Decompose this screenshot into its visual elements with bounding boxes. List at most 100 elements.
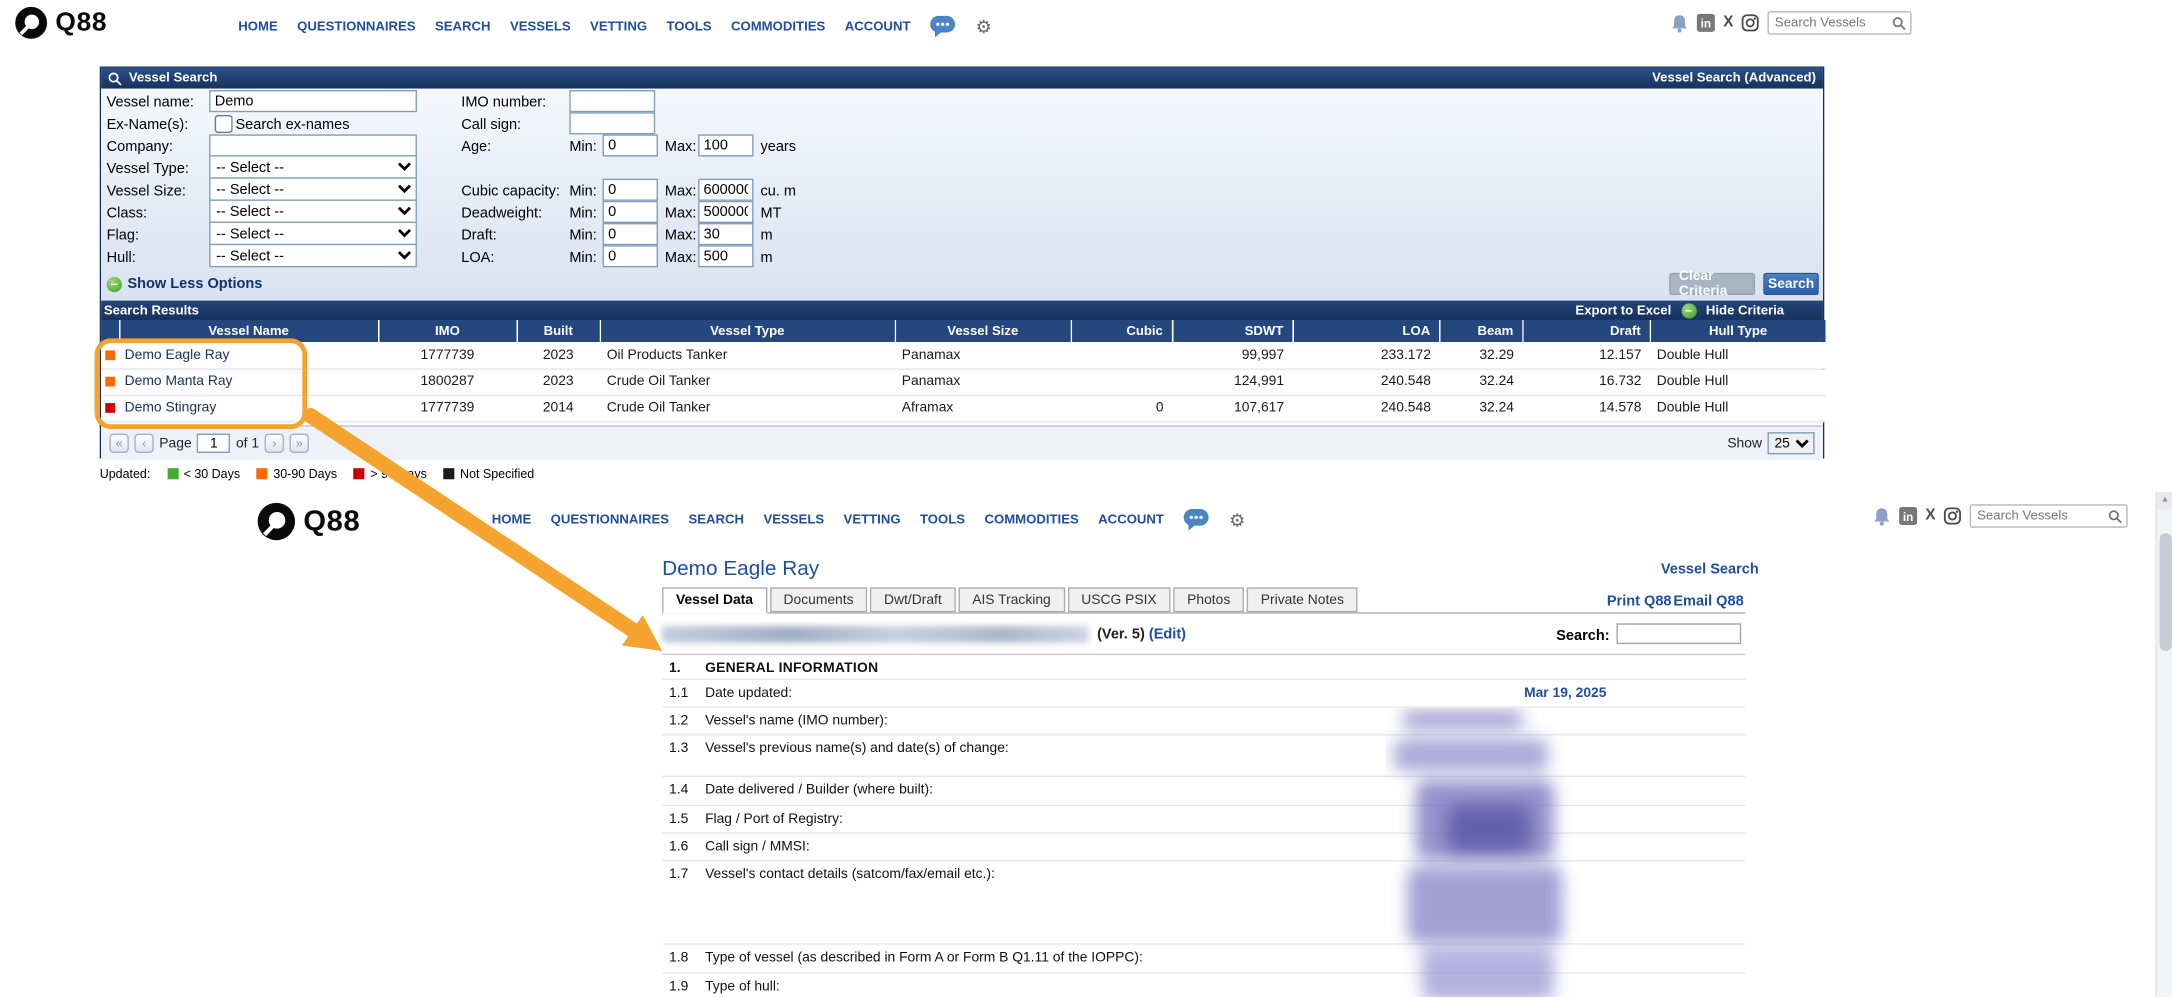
tab-vessel-data[interactable]: Vessel Data	[662, 587, 767, 613]
gear-icon[interactable]: ⚙	[976, 17, 992, 35]
page-size-select[interactable]: 25	[1768, 432, 1815, 454]
nav-vetting[interactable]: VETTING	[844, 512, 901, 527]
page-number-input[interactable]	[197, 434, 230, 453]
col-sdwt[interactable]: SDWT	[1172, 320, 1293, 342]
flag-select[interactable]: -- Select --	[209, 222, 417, 246]
nav-account[interactable]: ACCOUNT	[1098, 512, 1164, 527]
vessel-search-link[interactable]: Vessel Search	[1661, 561, 1759, 578]
q88-logo[interactable]: Q88	[256, 501, 360, 541]
col-loa[interactable]: LOA	[1292, 320, 1439, 342]
scrollbar-thumb[interactable]	[2159, 533, 2171, 651]
vessel-size-select[interactable]: -- Select --	[209, 177, 417, 201]
dwt-max-input[interactable]	[698, 201, 753, 223]
nav-home[interactable]: HOME	[492, 512, 531, 527]
vessel-search-advanced-link[interactable]: Vessel Search (Advanced)	[1652, 71, 1816, 86]
age-max-input[interactable]	[698, 134, 753, 156]
col-built[interactable]: Built	[517, 320, 600, 342]
main-nav: HOME QUESTIONNAIRES SEARCH VESSELS VETTI…	[238, 15, 991, 37]
cubic-max-input[interactable]	[698, 179, 753, 201]
export-to-excel-link[interactable]: Export to Excel	[1575, 303, 1671, 318]
vessel-search-input[interactable]	[1972, 507, 2102, 525]
section-header-row: 1. GENERAL INFORMATION	[662, 655, 1745, 680]
hull-label: Hull:	[107, 249, 136, 266]
draft-min-input[interactable]	[603, 223, 658, 245]
col-draft[interactable]: Draft	[1522, 320, 1649, 342]
nav-vessels[interactable]: VESSELS	[763, 512, 824, 527]
draft-max-input[interactable]	[698, 223, 753, 245]
cubic-min-input[interactable]	[603, 179, 658, 201]
instagram-icon[interactable]	[1742, 14, 1760, 32]
col-beam[interactable]: Beam	[1439, 320, 1522, 342]
age-min-input[interactable]	[603, 134, 658, 156]
cell-vessel-name[interactable]: Demo Eagle Ray	[119, 342, 378, 368]
question-text: Date updated:	[705, 680, 1385, 706]
linkedin-icon[interactable]: in	[1899, 507, 1917, 525]
nav-commodities[interactable]: COMMODITIES	[984, 512, 1078, 527]
scroll-up-button[interactable]: ▲	[2157, 492, 2172, 510]
email-q88-link[interactable]: Email Q88	[1673, 593, 1743, 610]
next-page-button[interactable]: ›	[265, 434, 284, 453]
hull-select[interactable]: -- Select --	[209, 244, 417, 268]
nav-vetting[interactable]: VETTING	[590, 19, 647, 34]
cell-vessel-name[interactable]: Demo Stingray	[119, 395, 378, 421]
bell-icon[interactable]	[1671, 13, 1689, 32]
tab-photos[interactable]: Photos	[1173, 587, 1244, 612]
cell-vessel-name[interactable]: Demo Manta Ray	[119, 368, 378, 394]
col-imo[interactable]: IMO	[378, 320, 517, 342]
nav-commodities[interactable]: COMMODITIES	[731, 19, 825, 34]
nav-questionnaires[interactable]: QUESTIONNAIRES	[297, 19, 415, 34]
table-row[interactable]: Demo Stingray 1777739 2014 Crude Oil Tan…	[101, 395, 1826, 421]
table-row[interactable]: Demo Manta Ray 1800287 2023 Crude Oil Ta…	[101, 368, 1826, 394]
nav-account[interactable]: ACCOUNT	[845, 19, 911, 34]
edit-link[interactable]: (Edit)	[1149, 626, 1186, 643]
x-social-icon[interactable]: X	[1723, 15, 1733, 30]
first-page-button[interactable]: «	[109, 434, 128, 453]
tab-documents[interactable]: Documents	[770, 587, 868, 612]
imo-number-input[interactable]	[569, 90, 655, 112]
search-ex-names-checkbox[interactable]	[215, 115, 233, 133]
bell-icon[interactable]	[1873, 506, 1891, 525]
table-row[interactable]: Demo Eagle Ray 1777739 2023 Oil Products…	[101, 342, 1826, 368]
call-sign-input[interactable]	[569, 112, 655, 134]
gear-icon[interactable]: ⚙	[1229, 510, 1245, 528]
nav-vessels[interactable]: VESSELS	[510, 19, 571, 34]
tab-uscg-psix[interactable]: USCG PSIX	[1067, 587, 1170, 612]
tab-private-notes[interactable]: Private Notes	[1247, 587, 1358, 612]
tab-dwt-draft[interactable]: Dwt/Draft	[870, 587, 955, 612]
nav-tools[interactable]: TOOLS	[666, 19, 711, 34]
x-social-icon[interactable]: X	[1925, 508, 1935, 523]
chat-icon[interactable]	[1183, 508, 1209, 530]
nav-search[interactable]: SEARCH	[688, 512, 744, 527]
linkedin-icon[interactable]: in	[1697, 14, 1715, 32]
class-select[interactable]: -- Select --	[209, 199, 417, 223]
col-vessel-name[interactable]: Vessel Name	[119, 320, 378, 342]
nav-search[interactable]: SEARCH	[435, 19, 491, 34]
print-q88-link[interactable]: Print Q88	[1607, 593, 1672, 610]
loa-label: LOA:	[461, 249, 494, 266]
loa-min-input[interactable]	[603, 245, 658, 267]
dwt-min-input[interactable]	[603, 201, 658, 223]
col-vessel-size[interactable]: Vessel Size	[895, 320, 1071, 342]
nav-home[interactable]: HOME	[238, 19, 277, 34]
vessel-search-input[interactable]	[1769, 14, 1885, 32]
company-input[interactable]	[209, 134, 417, 156]
col-hull-type[interactable]: Hull Type	[1650, 320, 1826, 342]
search-button[interactable]: Search	[1763, 273, 1818, 295]
tab-ais-tracking[interactable]: AIS Tracking	[958, 587, 1064, 612]
last-page-button[interactable]: »	[290, 434, 309, 453]
vessel-type-select[interactable]: -- Select --	[209, 155, 417, 179]
hide-criteria-link[interactable]: Hide Criteria	[1706, 303, 1784, 318]
col-cubic[interactable]: Cubic	[1071, 320, 1172, 342]
chat-icon[interactable]	[930, 15, 956, 37]
instagram-icon[interactable]	[1944, 507, 1962, 525]
q88-logo[interactable]: Q88	[14, 6, 107, 41]
clear-criteria-button[interactable]: Clear Criteria	[1669, 273, 1755, 295]
nav-questionnaires[interactable]: QUESTIONNAIRES	[551, 512, 669, 527]
detail-search-input[interactable]	[1617, 623, 1742, 644]
col-vessel-type[interactable]: Vessel Type	[600, 320, 895, 342]
nav-tools[interactable]: TOOLS	[920, 512, 965, 527]
show-less-options-link[interactable]: – Show Less Options	[107, 276, 263, 293]
prev-page-button[interactable]: ‹	[134, 434, 153, 453]
vessel-name-input[interactable]	[209, 90, 417, 112]
loa-max-input[interactable]	[698, 245, 753, 267]
